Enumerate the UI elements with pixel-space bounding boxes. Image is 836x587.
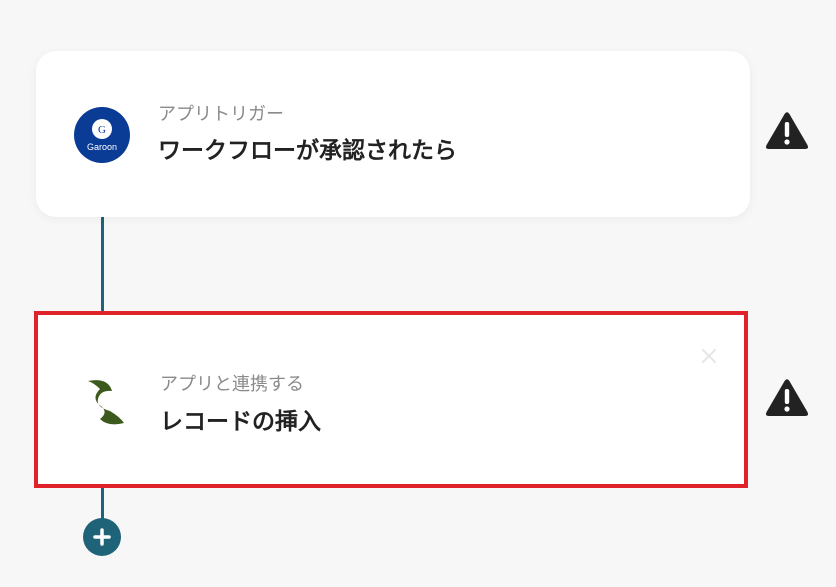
- warning-icon[interactable]: [765, 378, 809, 418]
- step-title: ワークフローが承認されたら: [158, 138, 457, 164]
- garoon-logo-icon: G Garoon: [74, 107, 130, 163]
- warning-icon[interactable]: [765, 111, 809, 151]
- trigger-step-card[interactable]: G Garoon アプリトリガー ワークフローが承認されたら: [36, 51, 750, 217]
- step-title: レコードの挿入: [160, 409, 321, 435]
- flow-connector-top: [101, 215, 104, 319]
- garoon-logo-letter: G: [98, 124, 106, 136]
- plus-icon: [93, 528, 111, 546]
- step-type-label: アプリトリガー: [158, 104, 284, 125]
- garoon-logo-text: Garoon: [87, 142, 117, 152]
- app-logo-icon: [78, 373, 134, 429]
- action-step-card[interactable]: アプリと連携する レコードの挿入: [34, 311, 748, 488]
- close-icon[interactable]: [698, 345, 720, 367]
- flow-connector-bottom: [101, 486, 104, 520]
- add-step-button[interactable]: [83, 518, 121, 556]
- step-type-label: アプリと連携する: [160, 374, 304, 395]
